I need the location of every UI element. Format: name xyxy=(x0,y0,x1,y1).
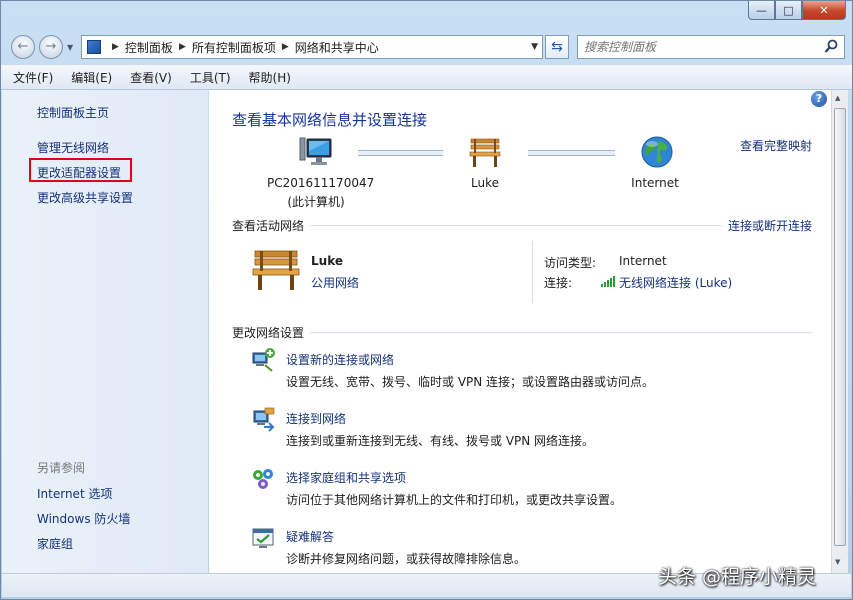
computer-sub-label: (此计算机) xyxy=(287,195,345,209)
search-input[interactable] xyxy=(584,39,814,55)
change-settings-heading: 更改网络设置 xyxy=(232,326,305,340)
connection-line xyxy=(528,150,615,156)
navigation-bar: ← → ▼ ▶ 控制面板 ▶ 所有控制面板项 ▶ 网络和共享中心 ▼ ⇆ xyxy=(1,31,852,63)
menu-help[interactable]: 帮助(H) xyxy=(243,69,297,86)
vertical-scrollbar[interactable]: ▲ ▼ xyxy=(831,90,848,573)
search-box[interactable] xyxy=(577,35,845,59)
caption-buttons: — □ ✕ xyxy=(748,1,846,21)
task-connect-network-desc: 连接到或重新连接到无线、有线、拨号或 VPN 网络连接。 xyxy=(286,434,595,448)
connect-to-network-icon xyxy=(253,407,275,432)
scroll-up-icon[interactable]: ▲ xyxy=(835,94,840,102)
troubleshoot-icon xyxy=(252,528,274,548)
vertical-divider xyxy=(532,241,533,303)
computer-icon xyxy=(299,137,332,165)
menu-bar: 文件(F) 编辑(E) 查看(V) 工具(T) 帮助(H) xyxy=(1,65,852,90)
menu-tools[interactable]: 工具(T) xyxy=(184,69,237,86)
address-dropdown-icon[interactable]: ▼ xyxy=(531,42,538,52)
scroll-down-icon[interactable]: ▼ xyxy=(835,558,840,566)
recent-pages-dropdown-icon[interactable]: ▼ xyxy=(67,43,73,52)
sidebar-link-homegroup[interactable]: 家庭组 xyxy=(37,535,73,552)
breadcrumb-control-panel[interactable]: 控制面板 xyxy=(125,39,173,56)
task-homegroup-link[interactable]: 选择家庭组和共享选项 xyxy=(286,469,406,486)
control-panel-icon xyxy=(87,40,101,54)
refresh-button[interactable]: ⇆ xyxy=(545,35,569,59)
window: — □ ✕ ← → ▼ ▶ 控制面板 ▶ 所有控制面板项 ▶ 网络和共享中心 ▼… xyxy=(0,0,853,600)
page-title: 查看基本网络信息并设置连接 xyxy=(232,111,428,129)
homegroup-icon xyxy=(253,469,273,489)
task-troubleshoot-link[interactable]: 疑难解答 xyxy=(286,528,334,545)
computer-name: PC201611170047 xyxy=(267,176,375,190)
breadcrumb-separator-icon[interactable]: ▶ xyxy=(282,42,289,52)
sidebar-link-internet-options[interactable]: Internet 选项 xyxy=(37,485,112,502)
view-full-map-link[interactable]: 查看完整映射 xyxy=(740,137,812,154)
back-button[interactable]: ← xyxy=(11,35,35,59)
new-connection-icon xyxy=(252,348,275,372)
network-bench-icon[interactable] xyxy=(467,135,503,171)
sidebar-link-advanced-sharing[interactable]: 更改高级共享设置 xyxy=(37,189,133,206)
annotation-highlight-box xyxy=(29,158,132,182)
search-icon[interactable] xyxy=(824,39,838,55)
network-type-link[interactable]: 公用网络 xyxy=(311,274,359,291)
see-also-heading: 另请参阅 xyxy=(37,461,86,475)
sidebar-link-windows-firewall[interactable]: Windows 防火墙 xyxy=(37,510,130,527)
forward-button[interactable]: → xyxy=(39,35,63,59)
sidebar-link-control-panel-home[interactable]: 控制面板主页 xyxy=(37,104,109,121)
refresh-icon: ⇆ xyxy=(551,39,563,55)
connection-line xyxy=(358,150,443,156)
menu-view[interactable]: 查看(V) xyxy=(124,69,178,86)
breadcrumb-separator-icon[interactable]: ▶ xyxy=(179,42,186,52)
section-divider xyxy=(310,225,722,226)
breadcrumb-separator-icon[interactable]: ▶ xyxy=(112,42,119,52)
sidebar-link-manage-wireless[interactable]: 管理无线网络 xyxy=(37,139,109,156)
network-name: Luke xyxy=(471,176,499,190)
help-icon[interactable]: ? xyxy=(811,91,827,107)
task-new-connection-desc: 设置无线、宽带、拨号、临时或 VPN 连接；或设置路由器或访问点。 xyxy=(286,375,655,389)
address-bar[interactable]: ▶ 控制面板 ▶ 所有控制面板项 ▶ 网络和共享中心 ▼ xyxy=(81,35,543,59)
connection-label: 连接: xyxy=(544,276,573,290)
scrollbar-thumb[interactable] xyxy=(834,108,846,546)
wireless-signal-icon xyxy=(601,276,615,287)
access-type-value: Internet xyxy=(619,254,667,268)
breadcrumb-all-items[interactable]: 所有控制面板项 xyxy=(192,39,276,56)
active-network-name: Luke xyxy=(311,254,343,268)
active-networks-heading: 查看活动网络 xyxy=(232,219,305,233)
access-type-label: 访问类型: xyxy=(544,256,597,270)
active-network-bench-icon[interactable] xyxy=(250,247,302,293)
connect-disconnect-link[interactable]: 连接或断开连接 xyxy=(728,217,812,234)
task-troubleshoot-desc: 诊断并修复网络问题，或获得故障排除信息。 xyxy=(286,552,527,566)
wireless-connection-link[interactable]: 无线网络连接 (Luke) xyxy=(619,274,732,291)
minimize-button[interactable]: — xyxy=(748,1,775,20)
maximize-button[interactable]: □ xyxy=(775,1,802,20)
breadcrumb-network-center[interactable]: 网络和共享中心 xyxy=(295,39,379,56)
internet-globe-icon[interactable] xyxy=(639,134,675,170)
watermark-text: 头条 @程序小精灵 xyxy=(658,566,817,588)
menu-edit[interactable]: 编辑(E) xyxy=(65,69,118,86)
task-homegroup-desc: 访问位于其他网络计算机上的文件和打印机，或更改共享设置。 xyxy=(286,493,623,507)
task-connect-network-link[interactable]: 连接到网络 xyxy=(286,410,346,427)
section-divider xyxy=(310,332,812,333)
menu-file[interactable]: 文件(F) xyxy=(7,69,59,86)
close-button[interactable]: ✕ xyxy=(802,1,846,20)
internet-name: Internet xyxy=(631,176,679,190)
title-bar: — □ ✕ xyxy=(1,1,852,31)
task-new-connection-link[interactable]: 设置新的连接或网络 xyxy=(286,351,394,368)
